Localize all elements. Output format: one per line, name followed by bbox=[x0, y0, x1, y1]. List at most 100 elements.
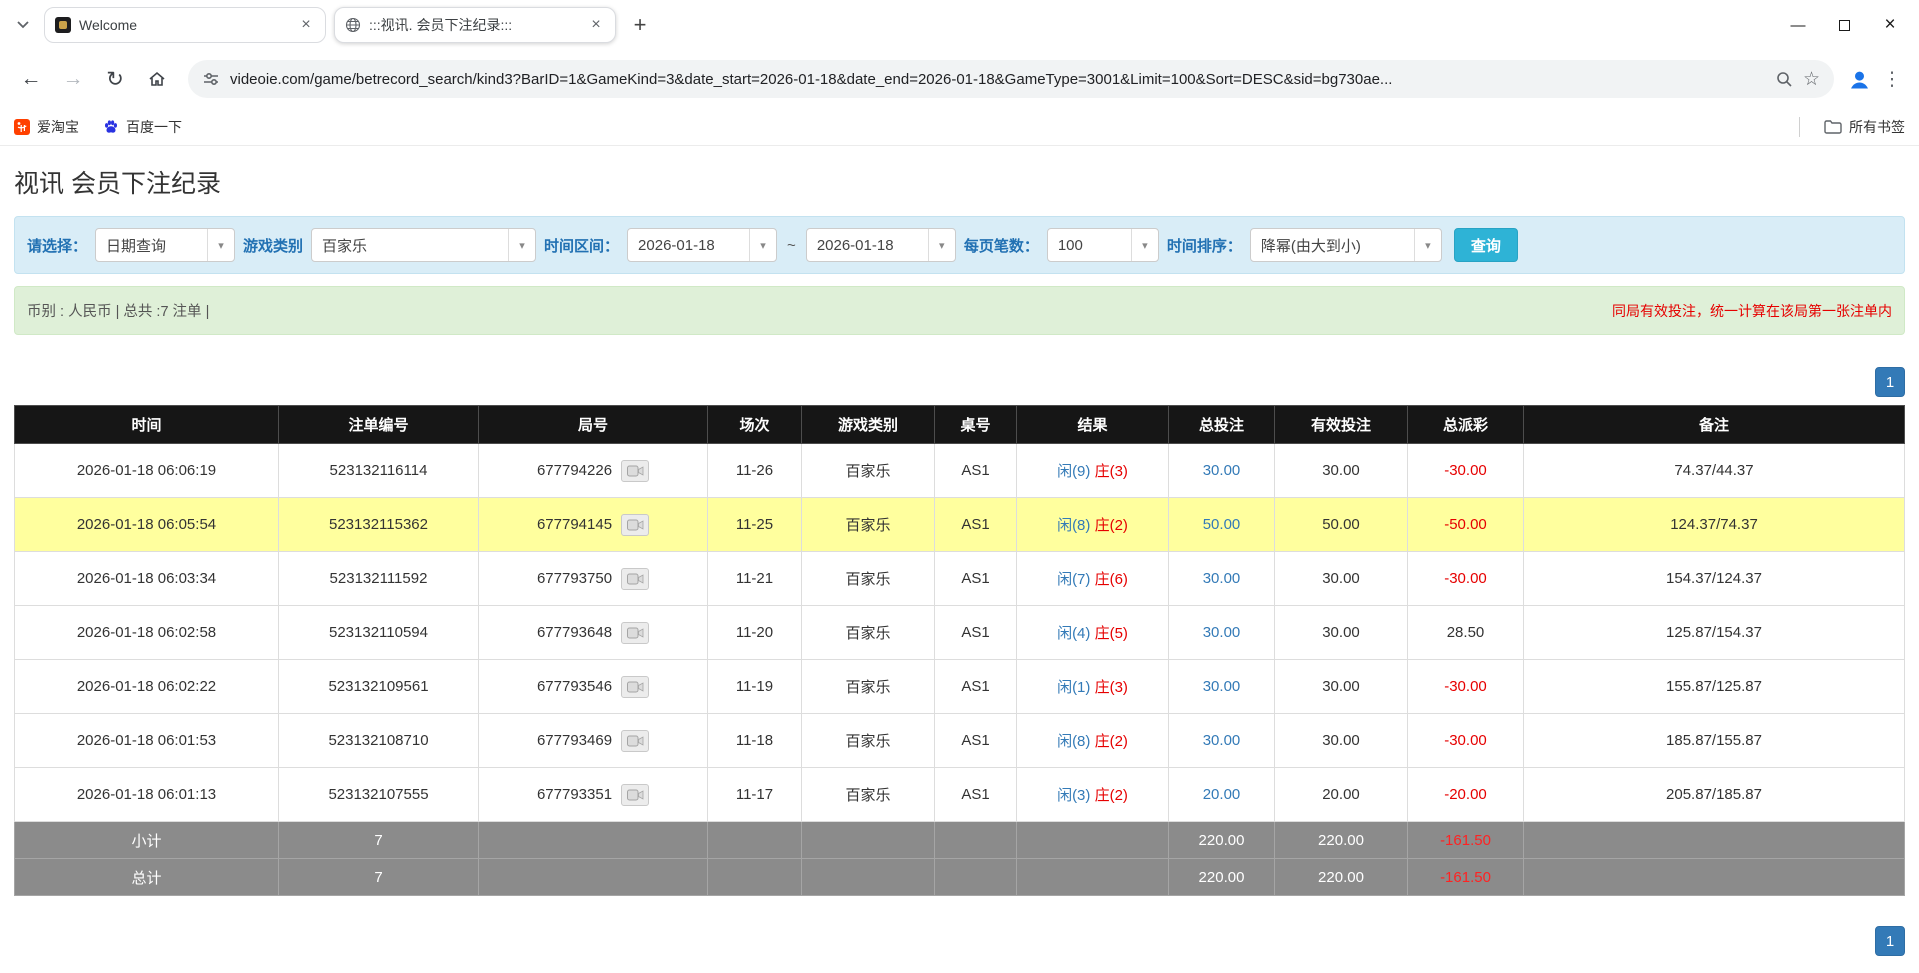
cell-bet-id: 523132116114 bbox=[279, 444, 479, 498]
tab-close-icon[interactable]: × bbox=[297, 16, 315, 34]
column-header: 有效投注 bbox=[1275, 406, 1408, 444]
site-settings-icon[interactable] bbox=[202, 70, 220, 88]
subtotal-row: 小计 7 220.00 220.00 -161.50 bbox=[15, 822, 1905, 859]
subtotal-payout: -161.50 bbox=[1408, 822, 1524, 859]
result-banker: 庄(2) bbox=[1095, 733, 1128, 750]
back-button[interactable]: ← bbox=[12, 60, 50, 98]
total-bet-link[interactable]: 30.00 bbox=[1203, 732, 1241, 749]
baidu-paw-icon bbox=[103, 119, 119, 135]
header-row: 时间注单编号局号场次游戏类别桌号结果总投注有效投注总派彩备注 bbox=[15, 406, 1905, 444]
chevron-down-icon bbox=[17, 21, 29, 29]
video-replay-button[interactable] bbox=[621, 676, 649, 698]
reload-button[interactable]: ↻ bbox=[96, 60, 134, 98]
result-player: 闲(4) bbox=[1057, 625, 1090, 642]
cell-time: 2026-01-18 06:05:54 bbox=[15, 498, 279, 552]
tab-title: Welcome bbox=[79, 17, 289, 33]
cell-total-bet: 50.00 bbox=[1169, 498, 1275, 552]
per-page-value: 100 bbox=[1048, 237, 1131, 254]
browser-tab-betrecord[interactable]: :::视讯. 会员下注纪录::: × bbox=[334, 7, 616, 43]
cell-result: 闲(8) 庄(2) bbox=[1017, 498, 1169, 552]
date-range-label: 时间区间： bbox=[544, 235, 619, 256]
taobao-icon bbox=[14, 119, 30, 135]
video-replay-button[interactable] bbox=[621, 514, 649, 536]
total-bet-link[interactable]: 30.00 bbox=[1203, 678, 1241, 695]
forward-button[interactable]: → bbox=[54, 60, 92, 98]
all-bookmarks-button[interactable]: 所有书签 bbox=[1824, 117, 1905, 137]
cell-game-kind: 百家乐 bbox=[802, 714, 935, 768]
date-start-picker[interactable]: 2026-01-18 ▾ bbox=[627, 228, 777, 262]
cell-result: 闲(9) 庄(3) bbox=[1017, 444, 1169, 498]
total-bet-link[interactable]: 50.00 bbox=[1203, 516, 1241, 533]
new-tab-button[interactable]: + bbox=[624, 9, 656, 41]
cell-bet-id: 523132111592 bbox=[279, 552, 479, 606]
tab-strip: Welcome × :::视讯. 会员下注纪录::: × + — × bbox=[0, 0, 1919, 50]
browser-tab-welcome[interactable]: Welcome × bbox=[44, 7, 326, 43]
column-header: 总派彩 bbox=[1408, 406, 1524, 444]
total-label: 总计 bbox=[15, 859, 279, 896]
home-icon bbox=[147, 69, 167, 89]
per-page-select[interactable]: 100 ▾ bbox=[1047, 228, 1159, 262]
video-replay-button[interactable] bbox=[621, 460, 649, 482]
zoom-icon[interactable] bbox=[1775, 70, 1793, 88]
date-end-value: 2026-01-18 bbox=[807, 237, 928, 254]
dropdown-arrow-icon: ▾ bbox=[928, 229, 955, 261]
date-end-picker[interactable]: 2026-01-18 ▾ bbox=[806, 228, 956, 262]
profile-avatar[interactable] bbox=[1846, 66, 1873, 93]
page-1-button[interactable]: 1 bbox=[1875, 926, 1905, 956]
game-kind-select[interactable]: 百家乐 ▾ bbox=[311, 228, 536, 262]
cell-payout: -20.00 bbox=[1408, 768, 1524, 822]
bookmarks-divider bbox=[1799, 117, 1800, 137]
video-camera-icon bbox=[627, 519, 644, 531]
column-header: 游戏类别 bbox=[802, 406, 935, 444]
cell-payout: -30.00 bbox=[1408, 660, 1524, 714]
bookmark-taobao[interactable]: 爱淘宝 bbox=[14, 117, 79, 137]
dropdown-arrow-icon: ▾ bbox=[1414, 229, 1441, 261]
minimize-button[interactable]: — bbox=[1775, 4, 1821, 46]
bookmark-star-icon[interactable]: ☆ bbox=[1803, 68, 1820, 91]
cell-result: 闲(1) 庄(3) bbox=[1017, 660, 1169, 714]
cell-bet-id: 523132109561 bbox=[279, 660, 479, 714]
all-bookmarks-label: 所有书签 bbox=[1849, 117, 1905, 137]
browser-menu-icon[interactable]: ⋮ bbox=[1877, 68, 1907, 91]
sort-select[interactable]: 降幂(由大到小) ▾ bbox=[1250, 228, 1442, 262]
video-replay-button[interactable] bbox=[621, 622, 649, 644]
cell-bet-id: 523132108710 bbox=[279, 714, 479, 768]
cell-time: 2026-01-18 06:06:19 bbox=[15, 444, 279, 498]
total-bet-link[interactable]: 20.00 bbox=[1203, 786, 1241, 803]
cell-note: 154.37/124.37 bbox=[1524, 552, 1905, 606]
video-replay-button[interactable] bbox=[621, 784, 649, 806]
close-button[interactable]: × bbox=[1867, 4, 1913, 46]
cell-total-bet: 30.00 bbox=[1169, 444, 1275, 498]
tab-search-button[interactable] bbox=[8, 10, 38, 40]
cell-note: 125.87/154.37 bbox=[1524, 606, 1905, 660]
cell-result: 闲(7) 庄(6) bbox=[1017, 552, 1169, 606]
maximize-button[interactable] bbox=[1821, 4, 1867, 46]
tab-title: :::视讯. 会员下注纪录::: bbox=[369, 15, 579, 35]
bet-row: 2026-01-18 06:02:58523132110594677793648… bbox=[15, 606, 1905, 660]
cell-game-kind: 百家乐 bbox=[802, 552, 935, 606]
home-button[interactable] bbox=[138, 60, 176, 98]
game-kind-value: 百家乐 bbox=[312, 235, 508, 256]
bookmark-baidu[interactable]: 百度一下 bbox=[103, 117, 182, 137]
video-replay-button[interactable] bbox=[621, 730, 649, 752]
total-bet-link[interactable]: 30.00 bbox=[1203, 462, 1241, 479]
column-header: 结果 bbox=[1017, 406, 1169, 444]
page-1-button[interactable]: 1 bbox=[1875, 367, 1905, 397]
cell-note: 124.37/74.37 bbox=[1524, 498, 1905, 552]
search-button[interactable]: 查询 bbox=[1454, 228, 1518, 262]
video-camera-icon bbox=[627, 573, 644, 585]
address-bar[interactable]: videoie.com/game/betrecord_search/kind3?… bbox=[188, 60, 1834, 98]
cell-round: 677793469 bbox=[479, 714, 708, 768]
tab-close-icon[interactable]: × bbox=[587, 16, 605, 34]
total-count: 7 bbox=[279, 859, 479, 896]
cell-total-bet: 20.00 bbox=[1169, 768, 1275, 822]
total-payout: -161.50 bbox=[1408, 859, 1524, 896]
total-bet-link[interactable]: 30.00 bbox=[1203, 624, 1241, 641]
total-bet-link[interactable]: 30.00 bbox=[1203, 570, 1241, 587]
cell-time: 2026-01-18 06:02:22 bbox=[15, 660, 279, 714]
dropdown-arrow-icon: ▾ bbox=[1131, 229, 1158, 261]
url-text[interactable]: videoie.com/game/betrecord_search/kind3?… bbox=[230, 71, 1765, 88]
video-replay-button[interactable] bbox=[621, 568, 649, 590]
result-player: 闲(8) bbox=[1057, 733, 1090, 750]
query-type-select[interactable]: 日期查询 ▾ bbox=[95, 228, 235, 262]
